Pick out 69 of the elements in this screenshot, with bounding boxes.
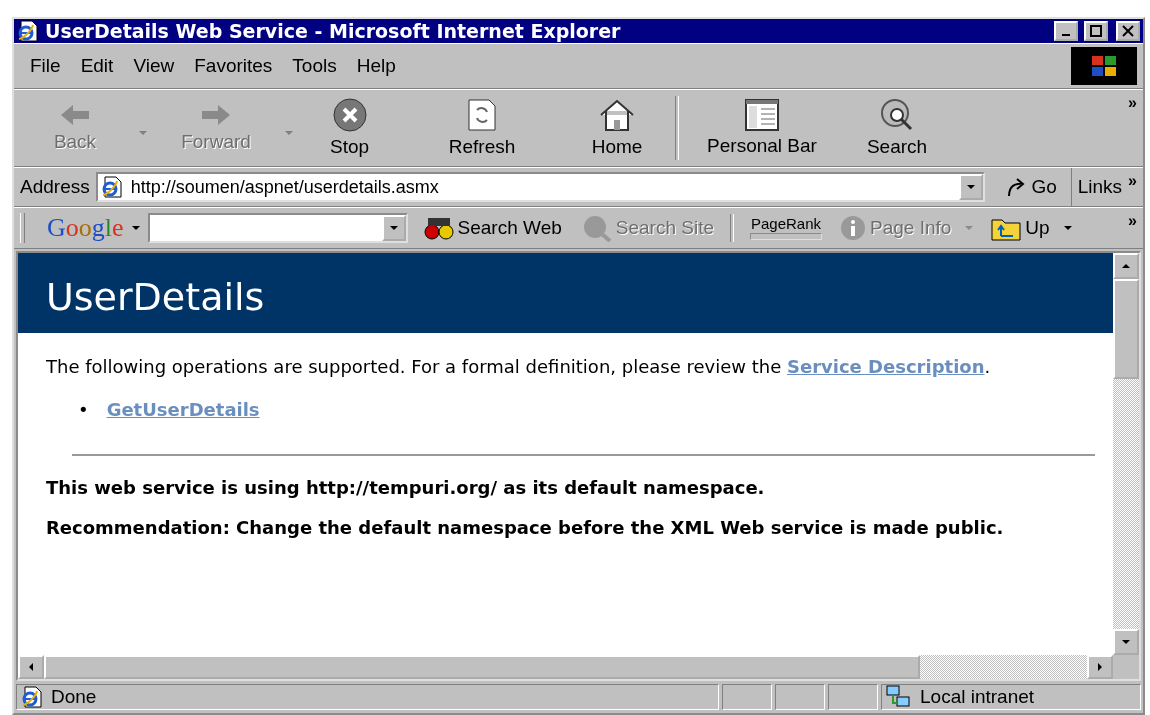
chevron-icon[interactable]: » <box>1128 90 1137 112</box>
horizontal-scrollbar[interactable] <box>18 655 1113 679</box>
dropdown-button[interactable] <box>959 174 984 200</box>
caret-icon <box>1122 640 1130 644</box>
toolbar-button[interactable]: Up <box>991 215 1072 241</box>
caret-icon <box>1122 264 1130 268</box>
menu-item[interactable]: Tools <box>282 55 347 77</box>
close-icon <box>1122 25 1134 37</box>
maximize-icon <box>1090 25 1102 37</box>
menu-item[interactable]: File <box>20 55 71 77</box>
google-logo[interactable]: Google <box>47 213 124 243</box>
status-pane <box>775 684 825 710</box>
search-icon <box>880 98 914 132</box>
refresh-icon <box>467 98 497 132</box>
zone-text: Local intranet <box>920 686 1035 708</box>
caret-icon <box>29 663 33 671</box>
toolbar-button[interactable]: Refresh <box>397 98 567 158</box>
pagerank-label: PageRank <box>750 216 822 231</box>
maximize-button[interactable] <box>1084 21 1108 41</box>
stop-icon <box>332 98 367 132</box>
page-icon <box>100 176 123 198</box>
windows-logo <box>1071 47 1137 85</box>
left-arrow-icon <box>59 103 91 127</box>
panel-icon <box>745 99 779 131</box>
right-arrow-icon <box>200 103 232 127</box>
close-button[interactable] <box>1116 21 1140 41</box>
toolbar-button[interactable]: Stop <box>302 98 397 158</box>
scroll-thumb[interactable] <box>44 655 920 679</box>
binoculars-icon <box>423 215 454 241</box>
vertical-scrollbar[interactable] <box>1113 253 1139 655</box>
network-computers-icon <box>886 685 912 709</box>
status-pane <box>828 684 878 710</box>
address-field[interactable]: http://soumen/aspnet/userdetails.asmx <box>95 172 986 202</box>
page-icon <box>21 686 43 708</box>
toolbar-button[interactable]: Search <box>837 98 957 158</box>
house-icon <box>599 98 635 132</box>
bullet: • <box>78 399 89 420</box>
scroll-thumb[interactable] <box>1113 279 1139 379</box>
dropdown-button[interactable] <box>381 215 406 241</box>
toolbar-button[interactable]: Personal Bar <box>687 99 837 157</box>
toolbar-button[interactable]: Search Web <box>423 215 562 241</box>
search-icon <box>581 214 612 242</box>
menu-item[interactable]: View <box>123 55 185 77</box>
menu-item[interactable]: Edit <box>70 55 124 77</box>
dropdown-arrow-icon[interactable] <box>131 226 140 230</box>
caret-icon <box>1063 226 1072 230</box>
links-button[interactable]: Links <box>1077 176 1123 198</box>
info-icon <box>840 215 866 241</box>
caret-icon <box>967 185 976 189</box>
address-label: Address <box>20 176 90 198</box>
namespace-note: Recommendation: Change the default namespace before the XML Web service is made public. <box>46 516 1005 540</box>
menu-item[interactable]: Favorites <box>184 55 283 77</box>
caret-icon <box>965 226 974 230</box>
window-title: UserDetails Web Service - Microsoft Internet Explorer <box>45 20 622 42</box>
minimize-button[interactable] <box>1054 21 1078 41</box>
menu-item[interactable]: Help <box>346 55 406 77</box>
minimize-icon <box>1062 34 1070 36</box>
search-field[interactable] <box>147 213 408 243</box>
caret-icon <box>1098 663 1102 671</box>
status-text: Done <box>51 686 97 708</box>
namespace-note: This web service is using http://tempuri.org/ as its default namespace. <box>46 476 766 500</box>
page-heading: UserDetails <box>18 253 1113 333</box>
chevron-icon[interactable]: » <box>1128 208 1137 230</box>
go-button[interactable]: Go <box>991 168 1072 206</box>
caret-icon <box>389 226 398 230</box>
toolbar-button[interactable]: Home <box>567 98 667 158</box>
status-pane <box>722 684 772 710</box>
intro-text: The following operations are supported. For a formal definition, please review the Service Description. <box>46 355 992 379</box>
chevron-icon[interactable]: » <box>1128 168 1137 190</box>
